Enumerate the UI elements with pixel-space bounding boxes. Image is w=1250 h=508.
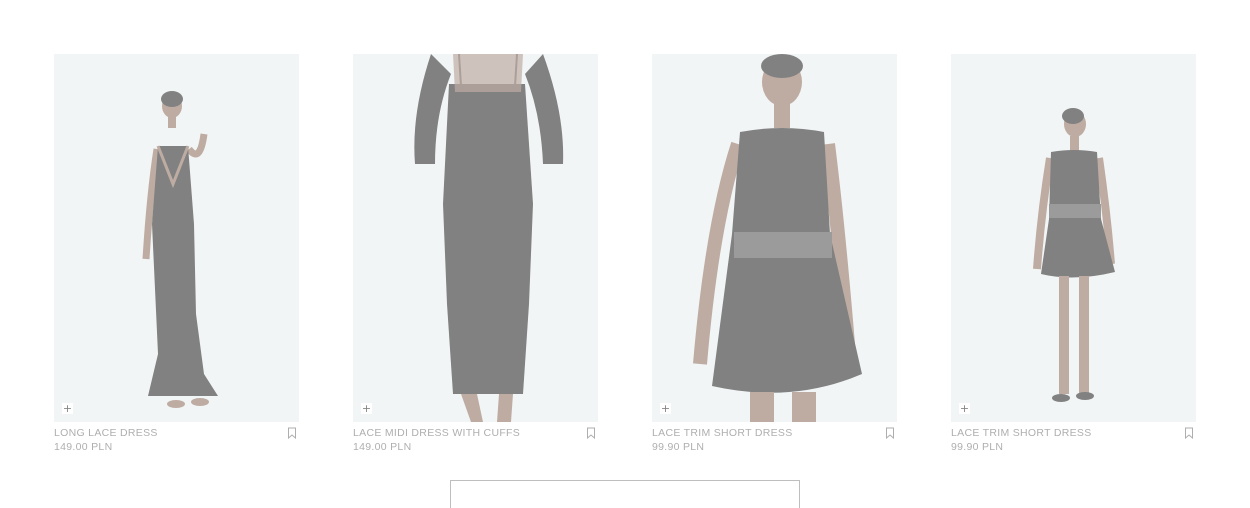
model-photo-lace-midi-dress [353,54,598,422]
product-price: 149.00 PLN [54,441,113,453]
plus-icon[interactable]: + [660,403,671,414]
product-info: LACE MIDI DRESS WITH CUFFS 149.00 PLN [353,427,520,453]
plus-icon[interactable]: + [62,403,73,414]
product-meta: LONG LACE DRESS 149.00 PLN [54,427,299,453]
product-card[interactable]: + LACE TRIM SHORT DRESS 99.90 PLN [652,54,897,453]
load-more-button[interactable] [450,480,800,508]
product-image[interactable]: + [951,54,1196,422]
bookmark-icon[interactable] [287,427,297,439]
product-grid: + LONG LACE DRESS 149.00 PLN + LACE MIDI… [54,54,1197,453]
product-name[interactable]: LACE TRIM SHORT DRESS [951,427,1092,439]
product-info: LONG LACE DRESS 149.00 PLN [54,427,158,453]
product-image[interactable]: + [54,54,299,422]
product-card[interactable]: + LACE TRIM SHORT DRESS 99.90 PLN [951,54,1196,453]
product-card[interactable]: + LONG LACE DRESS 149.00 PLN [54,54,299,453]
product-price: 149.00 PLN [353,441,412,453]
plus-icon[interactable]: + [959,403,970,414]
model-photo-long-lace-dress [54,54,299,422]
product-image[interactable]: + [353,54,598,422]
product-info: LACE TRIM SHORT DRESS 99.90 PLN [652,427,793,453]
product-name[interactable]: LACE MIDI DRESS WITH CUFFS [353,427,520,439]
product-image[interactable]: + [652,54,897,422]
product-info: LACE TRIM SHORT DRESS 99.90 PLN [951,427,1092,453]
bookmark-icon[interactable] [586,427,596,439]
product-price: 99.90 PLN [951,441,1004,453]
product-grid-page: + LONG LACE DRESS 149.00 PLN + LACE MIDI… [0,0,1250,508]
bookmark-icon[interactable] [1184,427,1194,439]
product-meta: LACE TRIM SHORT DRESS 99.90 PLN [652,427,897,453]
product-meta: LACE TRIM SHORT DRESS 99.90 PLN [951,427,1196,453]
model-photo-lace-trim-short-dress [652,54,897,422]
model-photo-lace-trim-short-dress [951,54,1196,422]
plus-icon[interactable]: + [361,403,372,414]
product-meta: LACE MIDI DRESS WITH CUFFS 149.00 PLN [353,427,598,453]
bookmark-icon[interactable] [885,427,895,439]
product-name[interactable]: LACE TRIM SHORT DRESS [652,427,793,439]
product-name[interactable]: LONG LACE DRESS [54,427,158,439]
product-card[interactable]: + LACE MIDI DRESS WITH CUFFS 149.00 PLN [353,54,598,453]
product-price: 99.90 PLN [652,441,705,453]
